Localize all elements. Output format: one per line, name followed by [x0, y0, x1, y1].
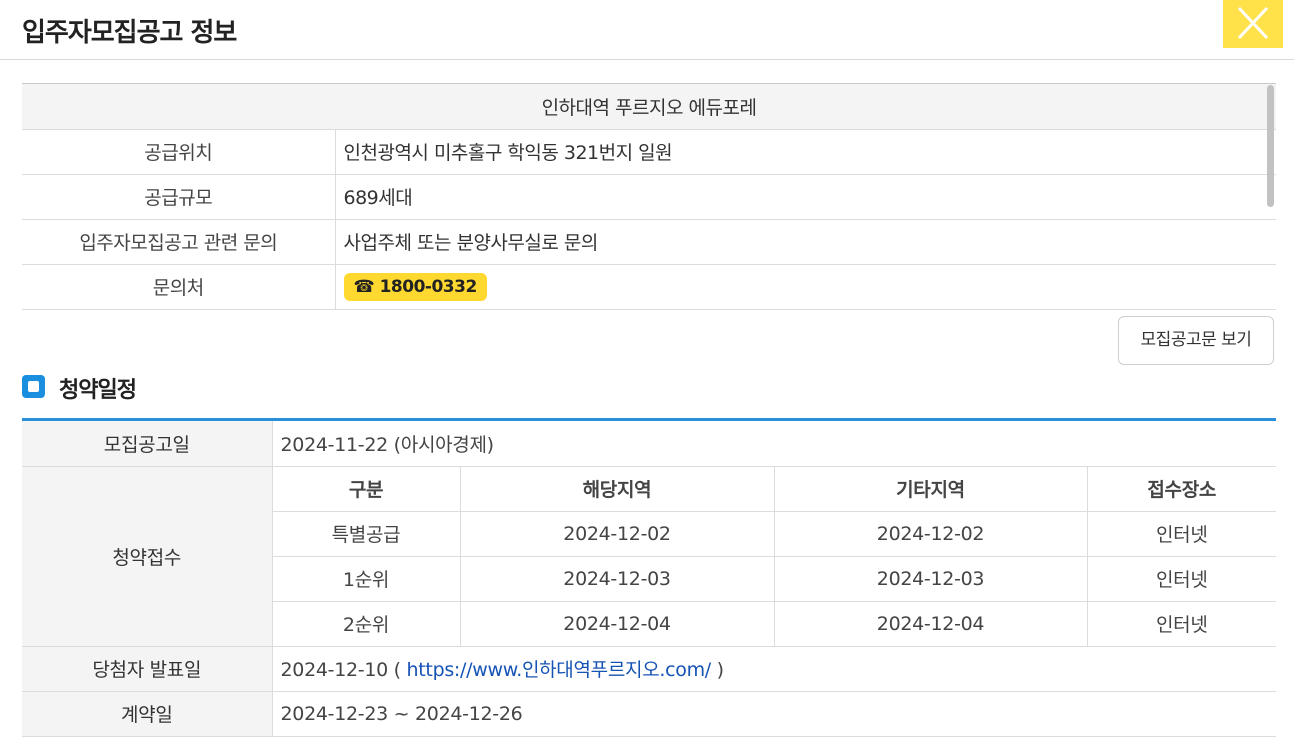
supply-location-value: 인천광역시 미추홀구 학익동 321번지 일원 [335, 129, 1276, 175]
col-header-local: 해당지역 [460, 466, 775, 512]
complex-info-table: 인하대역 푸르지오 에듀포레 공급위치 인천광역시 미추홀구 학익동 321번지… [22, 83, 1276, 310]
winner-date-label: 당첨자 발표일 [22, 646, 273, 692]
apply-label: 청약접수 [22, 466, 273, 647]
row-place: 인터넷 [1087, 511, 1276, 557]
row-other-date: 2024-12-02 [774, 511, 1088, 557]
table-row: 청약접수 구분 해당지역 기타지역 접수장소 [22, 466, 1276, 647]
table-row: 계약일 2024-12-23 ~ 2024-12-26 [22, 691, 1276, 737]
announce-date-label: 모집공고일 [22, 421, 273, 467]
row-type: 1순위 [272, 556, 461, 602]
supply-scale-label: 공급규모 [22, 174, 336, 220]
schedule-title: 청약일정 [59, 378, 137, 403]
row-local-date: 2024-12-03 [460, 556, 775, 602]
row-type: 2순위 [272, 601, 461, 647]
square-bullet-icon [22, 375, 45, 398]
inquiry-info-value: 사업주체 또는 분양사무실로 문의 [335, 219, 1276, 265]
schedule-table: 모집공고일 2024-11-22 (아시아경제) 청약접수 구분 해당지역 기타… [22, 418, 1276, 737]
dialog-title: 입주자모집공고 정보 [22, 18, 237, 48]
close-button[interactable] [1223, 0, 1283, 48]
complex-name: 인하대역 푸르지오 에듀포레 [22, 84, 1276, 130]
dialog-header: 입주자모집공고 정보 [0, 0, 1294, 60]
close-icon [1238, 6, 1268, 40]
row-other-date: 2024-12-03 [774, 556, 1088, 602]
winner-date-text: 2024-12-10 ( [280, 659, 402, 681]
winner-date-close: ) [716, 659, 724, 681]
info-scrollbar-thumb[interactable] [1267, 85, 1274, 207]
table-row: 당첨자 발표일 2024-12-10 ( https://www.인하대역푸르지… [22, 646, 1276, 692]
contact-value: ☎ 1800-0332 [335, 264, 1276, 310]
table-row: 모집공고일 2024-11-22 (아시아경제) [22, 421, 1276, 467]
col-header-other: 기타지역 [774, 466, 1088, 512]
row-place: 인터넷 [1087, 556, 1276, 602]
supply-scale-value: 689세대 [335, 174, 1276, 220]
contact-label: 문의처 [22, 264, 336, 310]
col-header-place: 접수장소 [1087, 466, 1276, 512]
inquiry-info-label: 입주자모집공고 관련 문의 [22, 219, 336, 265]
contract-date-value: 2024-12-23 ~ 2024-12-26 [272, 691, 1276, 737]
row-local-date: 2024-12-04 [460, 601, 775, 647]
supply-location-label: 공급위치 [22, 129, 336, 175]
row-local-date: 2024-12-02 [460, 511, 775, 557]
row-place: 인터넷 [1087, 601, 1276, 647]
row-type: 특별공급 [272, 511, 461, 557]
winner-date-value: 2024-12-10 ( https://www.인하대역푸르지오.com/ ) [272, 646, 1276, 692]
phone-badge[interactable]: ☎ 1800-0332 [343, 272, 487, 301]
announce-date-value: 2024-11-22 (아시아경제) [272, 421, 1276, 467]
col-header-type: 구분 [272, 466, 461, 512]
contract-date-label: 계약일 [22, 691, 273, 737]
view-notice-button[interactable]: 모집공고문 보기 [1118, 316, 1274, 365]
winner-site-link[interactable]: https://www.인하대역푸르지오.com/ [407, 659, 712, 681]
row-other-date: 2024-12-04 [774, 601, 1088, 647]
